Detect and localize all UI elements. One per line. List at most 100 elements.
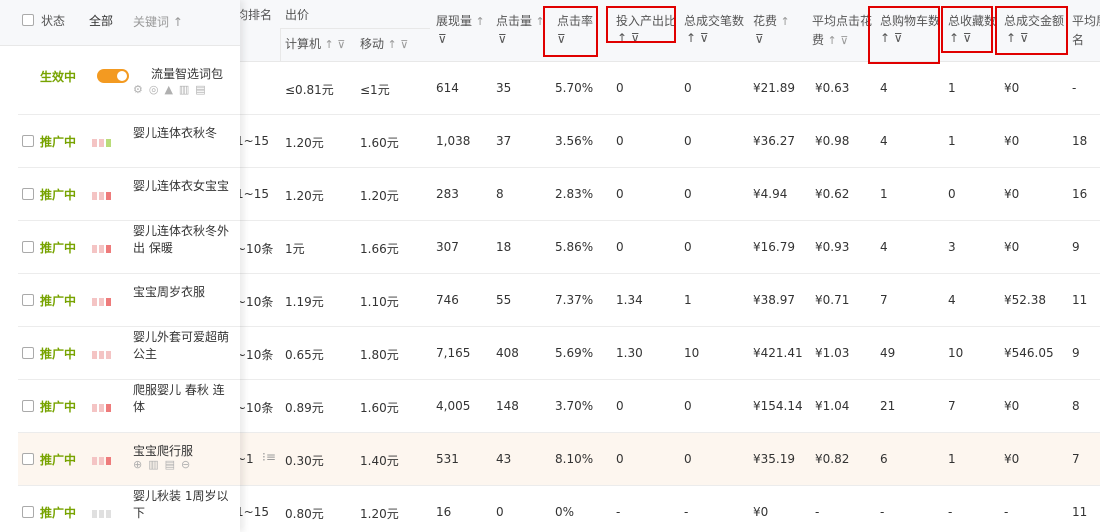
cell-bid-mobile: 1.20元 [360, 507, 399, 521]
keyword-text[interactable]: 婴儿秋装 1周岁以下 [133, 488, 233, 522]
cell-total-fav: - [948, 505, 953, 519]
header-clicks[interactable]: 点击量 ↑ [496, 12, 545, 29]
row-checkbox[interactable] [22, 241, 34, 253]
keyword-text[interactable]: 婴儿连体衣秋冬外出 保暖 [133, 223, 233, 257]
sort-icon[interactable]: ↑ [472, 15, 485, 28]
menu-icon[interactable]: ⁝≡ [262, 450, 276, 464]
cell-total-trans: 0 [684, 134, 692, 148]
cell-avg-rank: 7 [1072, 452, 1080, 466]
header-total-trans[interactable]: 总成交笔数 [684, 12, 744, 29]
filter-icon[interactable]: ⊽ [755, 32, 764, 46]
keyword-package-row: 生效中 流量智选词包 ⚙◎▲▥▤ [18, 62, 240, 115]
header-rank[interactable]: 均排名 [236, 6, 272, 23]
quality-score-bars [92, 401, 113, 415]
package-toggle[interactable] [97, 69, 129, 83]
header-bid-pc[interactable]: 计算机 ↑ ⊽ [285, 35, 345, 52]
sort-filter-icons[interactable]: ↑ ⊽ [686, 31, 709, 45]
cell-cost: ¥0 [753, 505, 769, 519]
sort-icon[interactable]: ↑ [321, 38, 337, 51]
status-label: 推广中 [40, 400, 77, 414]
cell-total-trans: 0 [684, 240, 692, 254]
cell-impressions: 746 [436, 293, 459, 307]
row-tool-icons[interactable]: ⊕▥▤⊖ [133, 458, 196, 471]
cell-impressions: 7,165 [436, 346, 471, 360]
status-filter-all[interactable]: 全部 [89, 12, 113, 29]
filter-icon[interactable]: ⊽ [438, 32, 447, 46]
cell-clicks: 408 [496, 346, 519, 360]
cell-total-fav: 10 [948, 346, 964, 360]
header-cost-label: 花费 [753, 14, 778, 28]
quality-score-bars [92, 454, 113, 468]
cell-total-fav: 3 [948, 240, 956, 254]
header-avg-cpc[interactable]: 平均点击花 [812, 12, 872, 29]
sort-filter-icons[interactable]: ↑ ⊽ [824, 34, 849, 47]
cell-cost: ¥421.41 [753, 346, 803, 360]
select-all-checkbox[interactable] [22, 14, 34, 26]
filter-icon[interactable]: ⊽ [498, 32, 507, 46]
filter-icon[interactable]: ⊽ [400, 38, 408, 51]
row-checkbox[interactable] [22, 135, 34, 147]
cell-avg-rank: 9 [1072, 346, 1080, 360]
cell-rank: 1~15 [236, 134, 269, 148]
keyword-text[interactable]: 婴儿连体衣女宝宝 [133, 178, 233, 195]
row-checkbox[interactable] [22, 347, 34, 359]
status-label: 推广中 [40, 453, 77, 467]
cell-cost: ¥16.79 [753, 240, 795, 254]
cell-bid-pc: ≤0.81元 [285, 83, 334, 97]
cell-cost: ¥36.27 [753, 134, 795, 148]
header-cost[interactable]: 花费 ↑ [753, 12, 790, 29]
cell-ctr: 0% [555, 505, 575, 519]
cell-total-trans: - [684, 505, 689, 519]
cell-total-amount: ¥0 [1004, 399, 1020, 413]
row-checkbox[interactable] [22, 188, 34, 200]
header-bid-pc-label: 计算机 [285, 37, 322, 51]
row-checkbox[interactable] [22, 294, 34, 306]
cell-bid-mobile: 1.60元 [360, 136, 399, 150]
left-header: 状态 全部 关键词 ↑ [0, 0, 240, 46]
header-bid-mobile[interactable]: 移动 ↑ ⊽ [360, 35, 408, 52]
cell-avg-rank: 18 [1072, 134, 1088, 148]
cell-clicks: 37 [496, 134, 512, 148]
header-status[interactable]: 状态 [41, 12, 65, 29]
cell-total-trans: 10 [684, 346, 700, 360]
cell-rank: 1~15 [236, 505, 269, 519]
status-label: 推广中 [40, 188, 77, 202]
cell-total-cart: 6 [880, 452, 888, 466]
header-impressions[interactable]: 展现量 ↑ [436, 12, 485, 29]
keyword-row: 推广中 宝宝周岁衣服 [18, 274, 240, 327]
status-label: 推广中 [40, 294, 77, 308]
cell-bid-pc: 1.19元 [285, 295, 324, 309]
keyword-text: 流量智选词包 [151, 67, 224, 81]
row-tool-icons[interactable]: ⚙◎▲▥▤ [133, 83, 212, 96]
cell-clicks: 18 [496, 240, 512, 254]
header-keyword[interactable]: 关键词 ↑ [133, 13, 183, 30]
cell-bid-pc: 0.30元 [285, 454, 324, 468]
cell-rank: ~10条 [236, 348, 274, 362]
sort-icon[interactable]: ↑ [173, 15, 183, 29]
header-avg-cpc-line2[interactable]: 费 ↑ ⊽ [812, 31, 848, 48]
cell-cost: ¥21.89 [753, 81, 795, 95]
row-checkbox[interactable] [22, 506, 34, 518]
keyword-text[interactable]: 宝宝周岁衣服 [133, 284, 233, 301]
sort-icon[interactable]: ↑ [384, 38, 400, 51]
header-avg-rank[interactable]: 平均展 [1072, 12, 1100, 29]
cell-total-trans: 1 [684, 293, 692, 307]
sort-icon[interactable]: ↑ [777, 15, 790, 28]
cell-roi: 1.30 [616, 346, 643, 360]
quality-score-bars [92, 295, 113, 309]
keyword-text[interactable]: 爬服婴儿 春秋 连体 [133, 382, 233, 416]
cell-ctr: 5.70% [555, 81, 594, 95]
row-checkbox[interactable] [22, 453, 34, 465]
row-checkbox[interactable] [22, 400, 34, 412]
keyword-text[interactable]: 婴儿外套可爱超萌公主 [133, 329, 233, 363]
keyword-text[interactable]: 婴儿连体衣秋冬 [133, 125, 233, 142]
cell-ctr: 8.10% [555, 452, 594, 466]
cell-impressions: 4,005 [436, 399, 471, 413]
filter-icon[interactable]: ⊽ [337, 38, 345, 51]
header-bid-mobile-label: 移动 [360, 37, 385, 51]
header-avg-rank-line2[interactable]: 名 [1072, 31, 1084, 48]
status-label: 推广中 [40, 135, 77, 149]
cell-avg-cpc: ¥0.93 [815, 240, 850, 254]
keyword-row: 推广中 婴儿连体衣秋冬外出 保暖 [18, 221, 240, 274]
cell-avg-cpc: ¥0.62 [815, 187, 850, 201]
